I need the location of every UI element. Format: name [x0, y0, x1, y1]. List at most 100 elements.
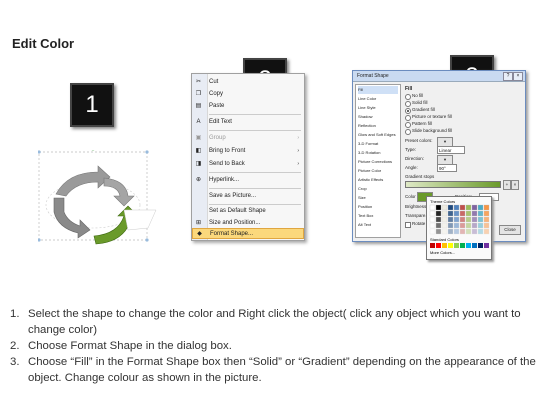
color-swatch[interactable]: [435, 228, 442, 235]
nav-item[interactable]: Size: [358, 194, 398, 202]
color-swatch[interactable]: [471, 216, 478, 223]
color-swatch[interactable]: [429, 204, 436, 211]
color-swatch[interactable]: [435, 204, 442, 211]
color-swatch[interactable]: [459, 210, 466, 217]
more-colors-link[interactable]: More Colors...: [430, 250, 455, 255]
color-swatch[interactable]: [477, 222, 484, 229]
color-swatch[interactable]: [429, 216, 436, 223]
menu-item-cut[interactable]: ✂ Cut: [192, 77, 304, 88]
nav-item[interactable]: Reflection: [358, 122, 398, 130]
color-swatch[interactable]: [465, 204, 472, 211]
nav-item[interactable]: Crop: [358, 185, 398, 193]
help-icon[interactable]: ?: [503, 72, 513, 81]
nav-item[interactable]: Position: [358, 203, 398, 211]
nav-item[interactable]: Line Color: [358, 95, 398, 103]
color-swatch[interactable]: [471, 228, 478, 235]
radio-slide-bg-fill[interactable]: [405, 129, 411, 135]
nav-item[interactable]: Fill: [358, 86, 398, 94]
color-swatch[interactable]: [447, 228, 454, 235]
menu-item-set-default-shape[interactable]: Set as Default Shape: [192, 206, 304, 217]
color-swatch[interactable]: [447, 222, 454, 229]
nav-item[interactable]: Artistic Effects: [358, 176, 398, 184]
nav-item[interactable]: Text Box: [358, 212, 398, 220]
menu-item-hyperlink[interactable]: ⊕ Hyperlink...: [192, 175, 304, 186]
shape-canvas[interactable]: [37, 147, 158, 268]
color-swatch[interactable]: [465, 222, 472, 229]
color-swatch[interactable]: [477, 228, 484, 235]
color-swatch[interactable]: [453, 228, 460, 235]
standard-color-swatch[interactable]: [436, 243, 441, 248]
close-button[interactable]: Close: [499, 225, 521, 235]
color-swatch[interactable]: [465, 228, 472, 235]
color-swatch[interactable]: [453, 210, 460, 217]
menu-item-save-as-picture[interactable]: Save as Picture...: [192, 191, 304, 202]
color-swatch[interactable]: [435, 216, 442, 223]
menu-item-edit-text[interactable]: A Edit Text: [192, 117, 304, 128]
color-swatch[interactable]: [471, 222, 478, 229]
menu-item-paste[interactable]: ▤ Paste: [192, 101, 304, 112]
color-swatch[interactable]: [459, 222, 466, 229]
standard-color-swatch[interactable]: [448, 243, 453, 248]
nav-item[interactable]: Picture Color: [358, 167, 398, 175]
color-swatch[interactable]: [477, 204, 484, 211]
radio-solid-fill[interactable]: [405, 101, 411, 107]
color-swatch[interactable]: [483, 216, 490, 223]
nav-item[interactable]: Line Style: [358, 104, 398, 112]
color-swatch[interactable]: [459, 228, 466, 235]
color-swatch[interactable]: [441, 222, 448, 229]
color-swatch[interactable]: [447, 204, 454, 211]
standard-color-swatch[interactable]: [466, 243, 471, 248]
nav-item[interactable]: Alt Text: [358, 221, 398, 229]
color-swatch[interactable]: [435, 210, 442, 217]
rotate-checkbox[interactable]: [405, 222, 411, 228]
radio-picture-fill[interactable]: [405, 115, 411, 121]
nav-item[interactable]: Picture Corrections: [358, 158, 398, 166]
nav-item[interactable]: 3-D Format: [358, 140, 398, 148]
color-swatch[interactable]: [453, 216, 460, 223]
menu-item-format-shape[interactable]: ◆ Format Shape...: [192, 228, 304, 239]
color-swatch[interactable]: [429, 210, 436, 217]
nav-item[interactable]: Shadow: [358, 113, 398, 121]
radio-pattern-fill[interactable]: [405, 122, 411, 128]
color-swatch[interactable]: [453, 222, 460, 229]
color-swatch[interactable]: [441, 204, 448, 211]
color-swatch[interactable]: [465, 216, 472, 223]
standard-color-swatch[interactable]: [472, 243, 477, 248]
color-swatch[interactable]: [477, 210, 484, 217]
color-swatch[interactable]: [447, 216, 454, 223]
color-swatch[interactable]: [459, 216, 466, 223]
color-swatch[interactable]: [429, 222, 436, 229]
standard-color-swatch[interactable]: [430, 243, 435, 248]
menu-item-copy[interactable]: ❐ Copy: [192, 89, 304, 100]
color-swatch[interactable]: [483, 228, 490, 235]
standard-color-swatch[interactable]: [454, 243, 459, 248]
color-swatch[interactable]: [483, 222, 490, 229]
cycle-arrows-shape[interactable]: [37, 147, 158, 268]
color-swatch[interactable]: [447, 210, 454, 217]
nav-item[interactable]: Glow and Soft Edges: [358, 131, 398, 139]
type-select[interactable]: Linear: [437, 146, 465, 154]
color-swatch[interactable]: [429, 228, 436, 235]
standard-color-swatch[interactable]: [460, 243, 465, 248]
color-swatch[interactable]: [471, 204, 478, 211]
color-swatch[interactable]: [483, 210, 490, 217]
menu-item-bring-to-front[interactable]: ◧ Bring to Front ›: [192, 146, 304, 157]
radio-no-fill[interactable]: [405, 94, 411, 100]
color-swatch[interactable]: [471, 210, 478, 217]
standard-color-swatch[interactable]: [478, 243, 483, 248]
color-swatch[interactable]: [465, 210, 472, 217]
color-swatch[interactable]: [441, 216, 448, 223]
angle-input[interactable]: 90°: [437, 164, 457, 172]
radio-gradient-fill[interactable]: [405, 108, 411, 114]
menu-item-group[interactable]: ▣ Group ›: [192, 133, 304, 144]
standard-color-swatch[interactable]: [442, 243, 447, 248]
color-swatch[interactable]: [441, 228, 448, 235]
color-swatch[interactable]: [459, 204, 466, 211]
color-swatch[interactable]: [441, 210, 448, 217]
add-stop-button[interactable]: +: [503, 180, 511, 190]
color-swatch[interactable]: [453, 204, 460, 211]
menu-item-send-to-back[interactable]: ◨ Send to Back ›: [192, 159, 304, 170]
color-swatch[interactable]: [483, 204, 490, 211]
nav-item[interactable]: 3-D Rotation: [358, 149, 398, 157]
remove-stop-button[interactable]: ×: [511, 180, 519, 190]
